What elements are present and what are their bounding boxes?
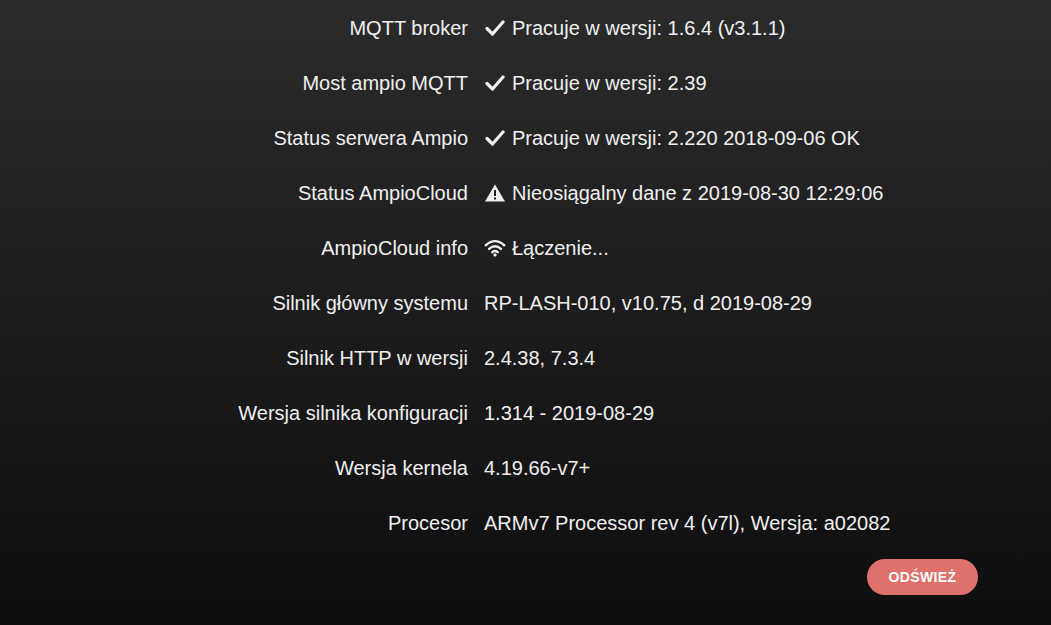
info-row: Silnik HTTP w wersji 2.4.38, 7.3.4	[0, 330, 1051, 385]
warning-icon	[484, 183, 506, 203]
value-text: 4.19.66-v7+	[484, 453, 590, 483]
value-text: Pracuje w wersji: 1.6.4 (v3.1.1)	[512, 13, 785, 43]
row-label: Wersja silnika konfiguracji	[0, 398, 468, 428]
row-value: 4.19.66-v7+	[468, 453, 590, 483]
info-row: Silnik główny systemu RP-LASH-010, v10.75…	[0, 275, 1051, 330]
row-value: Nieosiągalny dane z 2019-08-30 12:29:06	[468, 178, 883, 208]
value-text: Nieosiągalny dane z 2019-08-30 12:29:06	[512, 178, 883, 208]
row-label: Status AmpioCloud	[0, 178, 468, 208]
check-icon	[484, 73, 506, 93]
row-value: Pracuje w wersji: 2.220 2018-09-06 OK	[468, 123, 860, 153]
row-label: Silnik główny systemu	[0, 288, 468, 318]
row-label: Wersja kernela	[0, 453, 468, 483]
info-row: MQTT broker Pracuje w wersji: 1.6.4 (v3.1…	[0, 0, 1051, 55]
row-value: 2.4.38, 7.3.4	[468, 343, 595, 373]
info-row: Wersja silnika konfiguracji 1.314 - 2019-…	[0, 385, 1051, 440]
check-icon	[484, 128, 506, 148]
value-text: RP-LASH-010, v10.75, d 2019-08-29	[484, 288, 812, 318]
row-label: Status serwera Ampio	[0, 123, 468, 153]
value-text: 1.314 - 2019-08-29	[484, 398, 654, 428]
row-label: Procesor	[0, 508, 468, 538]
row-value: ARMv7 Processor rev 4 (v7l), Wersja: a02…	[468, 508, 890, 538]
value-text: Łączenie...	[512, 233, 609, 263]
wifi-icon	[484, 238, 506, 258]
row-label: AmpioCloud info	[0, 233, 468, 263]
background: MQTT broker Pracuje w wersji: 1.6.4 (v3.1…	[0, 0, 1051, 625]
info-row: Procesor ARMv7 Processor rev 4 (v7l), Wer…	[0, 495, 1051, 550]
value-text: Pracuje w wersji: 2.220 2018-09-06 OK	[512, 123, 860, 153]
info-row: Status serwera Ampio Pracuje w wersji: 2.…	[0, 110, 1051, 165]
row-value: Pracuje w wersji: 2.39	[468, 68, 707, 98]
row-value: RP-LASH-010, v10.75, d 2019-08-29	[468, 288, 812, 318]
info-table: MQTT broker Pracuje w wersji: 1.6.4 (v3.1…	[0, 0, 1051, 550]
row-value: Łączenie...	[468, 233, 609, 263]
info-row: Status AmpioCloud Nieosiągalny dane z 201…	[0, 165, 1051, 220]
info-row: AmpioCloud info Łączenie...	[0, 220, 1051, 275]
row-label: Most ampio MQTT	[0, 68, 468, 98]
row-value: Pracuje w wersji: 1.6.4 (v3.1.1)	[468, 13, 785, 43]
value-text: ARMv7 Processor rev 4 (v7l), Wersja: a02…	[484, 508, 890, 538]
value-text: 2.4.38, 7.3.4	[484, 343, 595, 373]
row-label: Silnik HTTP w wersji	[0, 343, 468, 373]
row-label: MQTT broker	[0, 13, 468, 43]
row-value: 1.314 - 2019-08-29	[468, 398, 654, 428]
refresh-button[interactable]: ODŚWIEŻ	[867, 559, 978, 595]
info-row: Most ampio MQTT Pracuje w wersji: 2.39	[0, 55, 1051, 110]
info-row: Wersja kernela 4.19.66-v7+	[0, 440, 1051, 495]
value-text: Pracuje w wersji: 2.39	[512, 68, 707, 98]
check-icon	[484, 18, 506, 38]
